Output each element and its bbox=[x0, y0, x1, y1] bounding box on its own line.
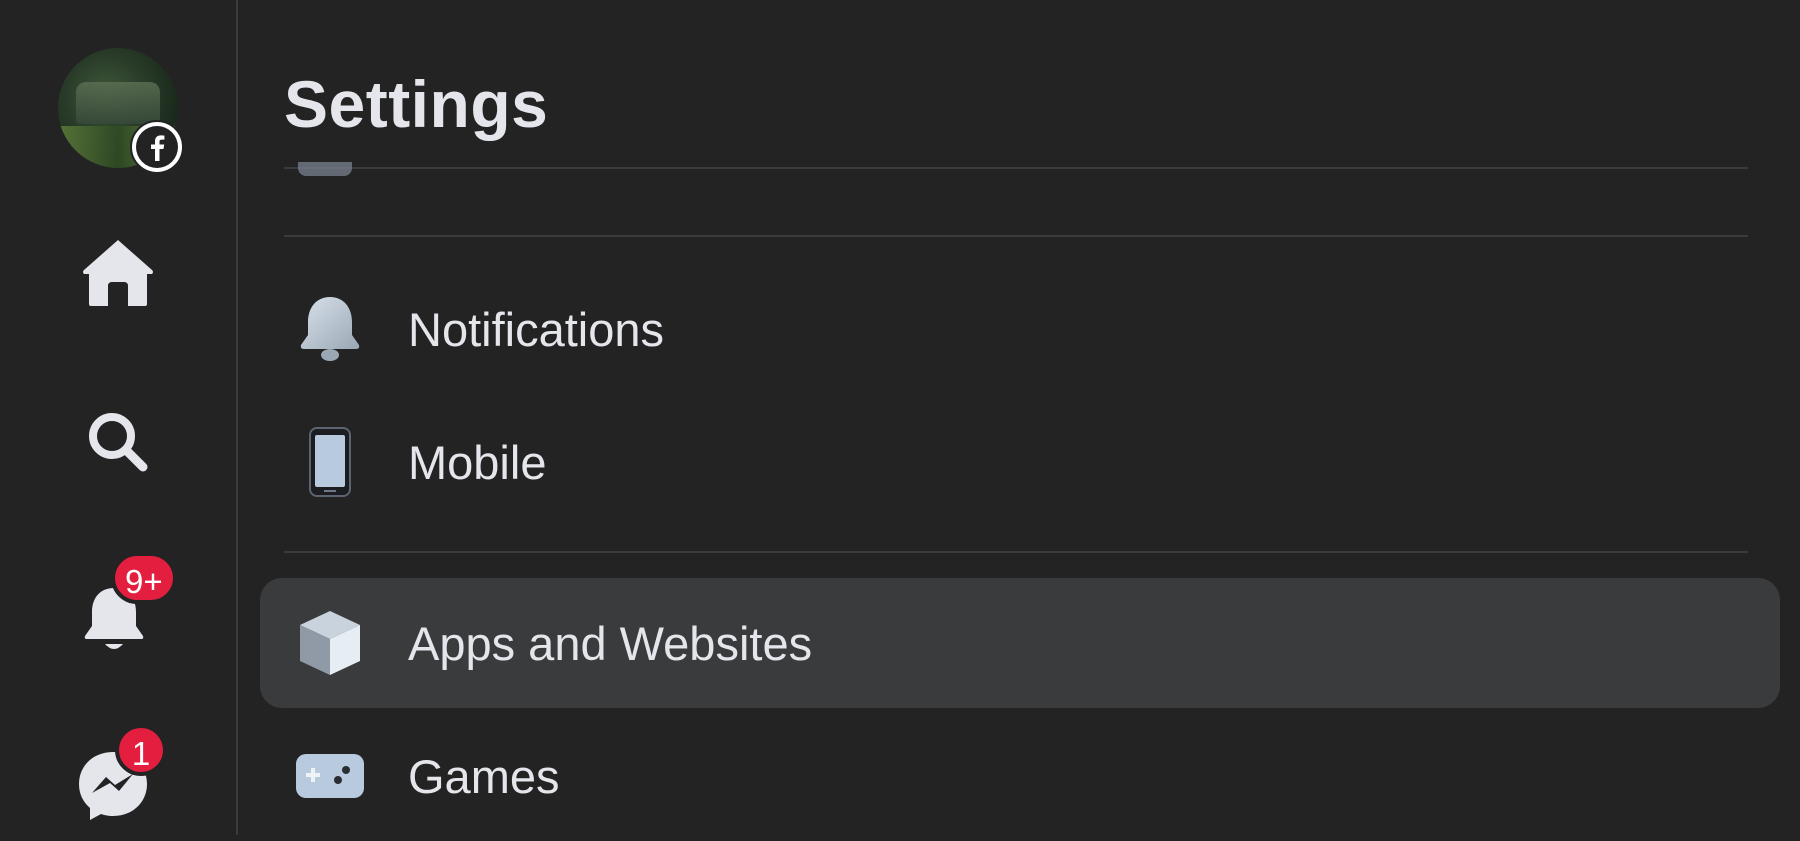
divider bbox=[284, 167, 1748, 169]
cube-icon bbox=[290, 603, 370, 683]
profile-button[interactable] bbox=[56, 44, 184, 174]
left-nav-rail: 9+ 1 bbox=[0, 0, 238, 835]
divider bbox=[284, 551, 1748, 553]
messenger-badge: 1 bbox=[115, 724, 167, 776]
settings-panel: Settings Notifications Mobile Apps and W… bbox=[238, 0, 1800, 835]
settings-item-games[interactable]: Games bbox=[260, 711, 1780, 841]
game-controller-icon bbox=[290, 736, 370, 816]
settings-item-notifications[interactable]: Notifications bbox=[260, 264, 1780, 394]
messenger-button[interactable]: 1 bbox=[63, 724, 173, 830]
notifications-badge: 9+ bbox=[111, 552, 177, 604]
mobile-phone-icon bbox=[290, 422, 370, 502]
divider bbox=[284, 235, 1748, 237]
facebook-logo-icon bbox=[130, 120, 184, 174]
search-icon bbox=[89, 413, 148, 472]
settings-item-apps-and-websites[interactable]: Apps and Websites bbox=[260, 578, 1780, 708]
settings-item-label: Games bbox=[408, 749, 560, 803]
settings-item-mobile[interactable]: Mobile bbox=[260, 397, 1780, 527]
settings-item-label: Mobile bbox=[408, 435, 547, 489]
settings-item-label: Apps and Websites bbox=[408, 616, 813, 670]
home-button[interactable] bbox=[78, 232, 158, 312]
bell-icon bbox=[290, 289, 370, 369]
settings-item-label: Notifications bbox=[408, 302, 664, 356]
page-title: Settings bbox=[284, 67, 549, 141]
partial-menu-icon bbox=[298, 162, 352, 176]
home-icon bbox=[83, 240, 153, 306]
search-button[interactable] bbox=[78, 402, 158, 482]
notifications-button[interactable]: 9+ bbox=[63, 552, 177, 660]
